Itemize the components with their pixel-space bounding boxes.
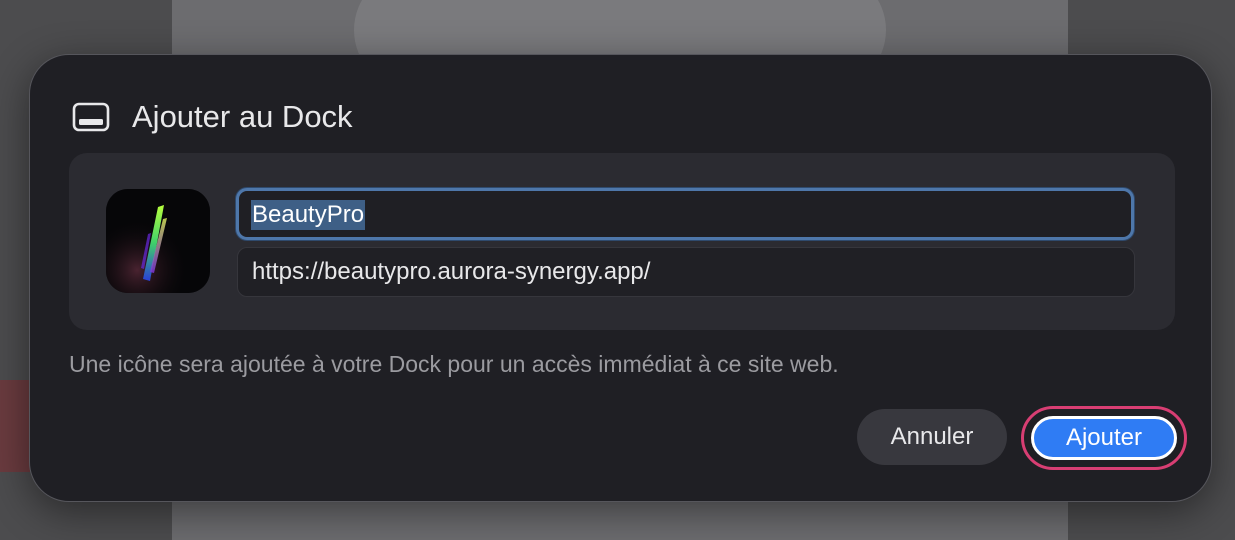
app-name-input[interactable] (236, 188, 1134, 240)
add-to-dock-dialog: Ajouter au Dock BeautyPro https://beauty… (29, 54, 1212, 502)
app-name-selected-text: BeautyPro (251, 200, 366, 230)
dialog-description: Une icône sera ajoutée à votre Dock pour… (69, 351, 839, 377)
app-details-card: BeautyPro https://beautypro.aurora-syner… (69, 153, 1175, 330)
app-url-text: https://beautypro.aurora-synergy.app/ (252, 258, 651, 285)
dock-window-icon (72, 102, 110, 132)
background-red-accent (0, 380, 30, 472)
app-url-field[interactable]: https://beautypro.aurora-synergy.app/ (237, 247, 1135, 297)
cancel-button[interactable]: Annuler (857, 409, 1007, 465)
dialog-title: Ajouter au Dock (132, 99, 353, 134)
add-button[interactable]: Ajouter (1031, 416, 1177, 460)
beautypro-app-icon (106, 189, 210, 293)
